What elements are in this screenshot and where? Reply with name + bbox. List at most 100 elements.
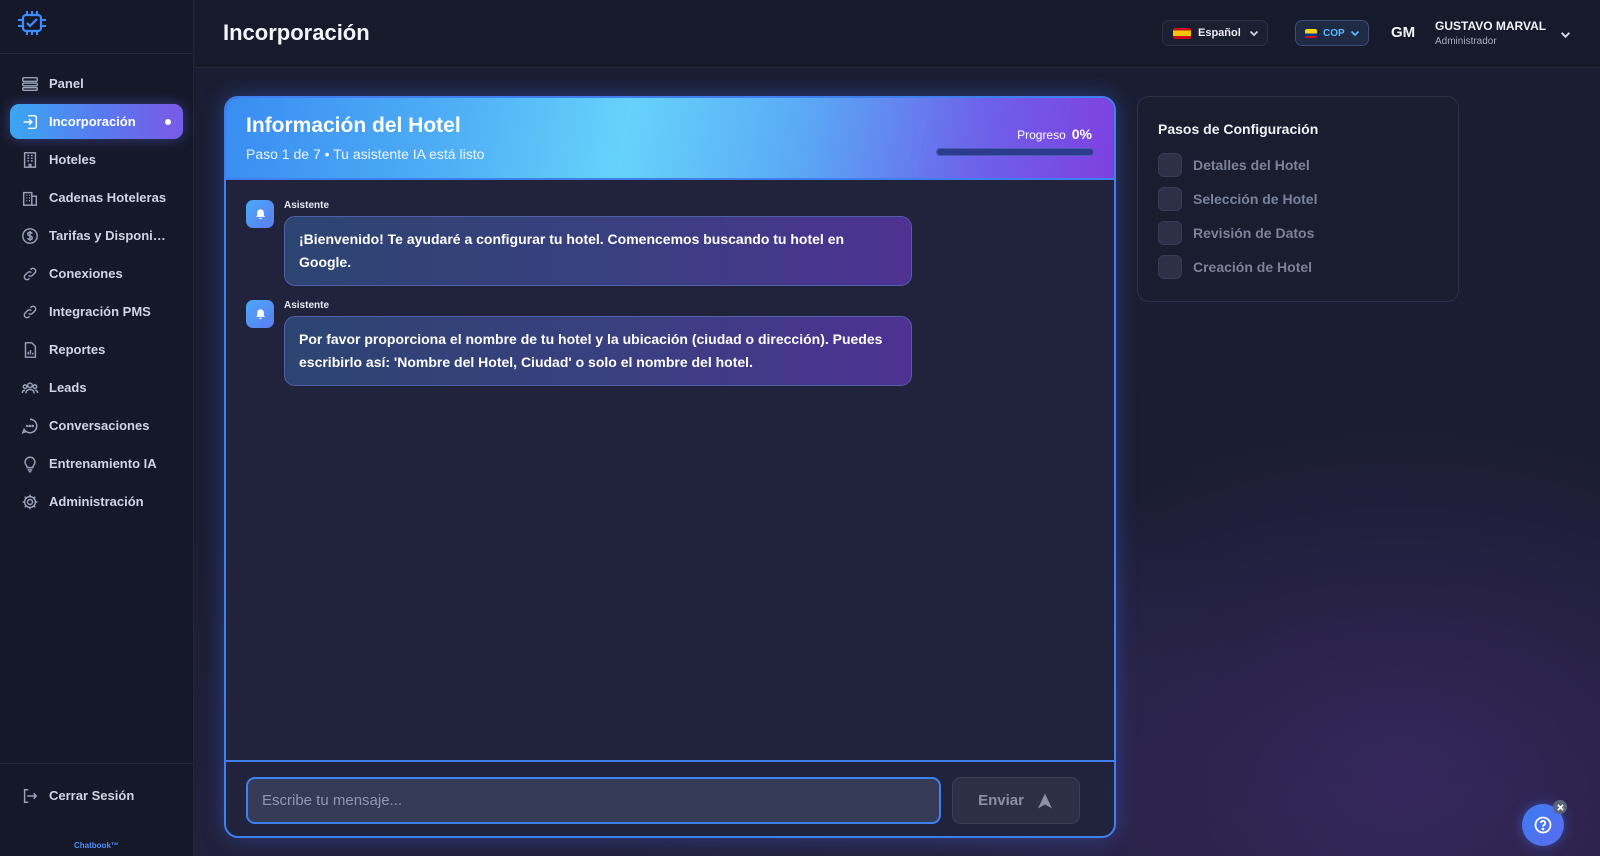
step-item: Selección de Hotel [1158,187,1317,211]
message-item: Asistente ¡Bienvenido! Te ayudaré a conf… [246,200,1094,286]
sidebar: Panel Incorporación Hoteles Cadenas Hote… [0,0,194,856]
progress-bar [936,148,1094,156]
step-item: Revisión de Datos [1158,221,1314,245]
send-label: Enviar [978,792,1024,809]
step-checkbox [1158,187,1182,211]
sidebar-item-reportes[interactable]: Reportes [10,332,183,367]
bot-avatar [246,300,274,328]
help-icon [1534,816,1552,834]
message-item: Asistente Por favor proporciona el nombr… [246,300,1094,386]
message-bubble: ¡Bienvenido! Te ayudaré a configurar tu … [284,216,912,286]
sidebar-item-panel[interactable]: Panel [10,66,183,101]
building-icon [20,150,40,170]
step-label: Creación de Hotel [1193,259,1313,275]
progress-label: Progreso 0% [1017,126,1092,142]
sidebar-item-label: Cadenas Hoteleras [49,190,167,205]
chat-icon [20,416,40,436]
message-bubble: Por favor proporciona el nombre de tu ho… [284,316,912,386]
bell-icon [255,308,265,319]
step-item: Creación de Hotel [1158,255,1312,279]
step-checkbox [1158,221,1182,245]
message-body: Asistente ¡Bienvenido! Te ayudaré a conf… [284,200,912,286]
logout-icon [20,786,40,806]
sidebar-item-label: Reportes [49,342,106,357]
chat-subtitle: Paso 1 de 7 • Tu asistente IA está listo [246,146,485,162]
user-name[interactable]: GUSTAVO MARVAL [1435,19,1546,33]
message-sender: Asistente [284,200,330,211]
sidebar-item-tarifas[interactable]: Tarifas y Disponibilidad [10,218,183,253]
chevron-down-icon [1350,28,1360,38]
sidebar-item-administracion[interactable]: Administración [10,484,183,519]
top-header: Incorporación Español COP GM GUSTAVO MAR… [195,0,1600,68]
link-icon [20,302,40,322]
sidebar-item-label: Leads [49,380,87,395]
language-selector[interactable]: Español [1162,20,1268,46]
logo-area [0,0,193,54]
steps-title: Pasos de Configuración [1158,121,1319,137]
currency-selector[interactable]: COP [1295,20,1369,46]
app-logo-icon[interactable] [14,8,50,45]
help-close-button[interactable] [1553,800,1567,814]
progress-text: Progreso [1017,128,1066,142]
sidebar-item-entrenamiento-ia[interactable]: Entrenamiento IA [10,446,183,481]
avatar[interactable]: GM [1391,24,1415,41]
logout-area: Cerrar Sesión [0,763,194,816]
send-button[interactable]: Enviar [952,777,1080,824]
page-title: Incorporación [223,20,370,45]
sidebar-item-label: Hoteles [49,152,96,167]
chat-title: Información del Hotel [246,114,461,137]
message-sender: Asistente [284,300,330,311]
link-icon [20,264,40,284]
chat-input-bar: Enviar [226,760,1114,836]
sidebar-item-incorporacion[interactable]: Incorporación [10,104,183,139]
sidebar-item-leads[interactable]: Leads [10,370,183,405]
brand-footer: Chatbook™ [74,841,119,850]
sidebar-item-label: Conversaciones [49,418,150,433]
sidebar-item-conversaciones[interactable]: Conversaciones [10,408,183,443]
sidebar-item-cadenas-hoteleras[interactable]: Cadenas Hoteleras [10,180,183,215]
report-icon [20,340,40,360]
step-label: Selección de Hotel [1193,191,1318,207]
sidebar-item-label: Entrenamiento IA [49,456,157,471]
spain-flag-icon [1173,27,1191,39]
user-menu-chevron-icon[interactable] [1560,27,1571,45]
sidebar-item-label: Incorporación [49,114,136,129]
step-label: Detalles del Hotel [1193,157,1310,173]
users-icon [20,378,40,398]
login-icon [20,112,40,132]
bell-icon [255,208,265,219]
sidebar-item-conexiones[interactable]: Conexiones [10,256,183,291]
sidebar-item-integracion-pms[interactable]: Integración PMS [10,294,183,329]
chevron-down-icon [1249,28,1259,38]
step-checkbox [1158,255,1182,279]
logout-label: Cerrar Sesión [49,788,135,803]
bot-avatar [246,200,274,228]
sidebar-item-label: Tarifas y Disponibilidad [49,228,173,243]
step-label: Revisión de Datos [1193,225,1315,241]
currency-label: COP [1323,27,1345,39]
message-list: Asistente ¡Bienvenido! Te ayudaré a conf… [226,180,1114,760]
colombia-flag-icon [1305,28,1317,38]
language-label: Español [1198,27,1241,39]
sidebar-item-label: Panel [49,76,84,91]
sidebar-item-label: Conexiones [49,266,123,281]
sidebar-item-hoteles[interactable]: Hoteles [10,142,183,177]
onboarding-chat-panel: Información del Hotel Paso 1 de 7 • Tu a… [224,96,1116,838]
chat-header: Información del Hotel Paso 1 de 7 • Tu a… [226,98,1114,180]
step-item: Detalles del Hotel [1158,153,1310,177]
sidebar-item-label: Administración [49,494,144,509]
progress-percent: 0% [1071,126,1092,142]
message-input[interactable] [246,777,941,824]
send-arrow-icon [1037,793,1052,808]
user-role: Administrador [1435,36,1497,47]
lightbulb-icon [20,454,40,474]
dollar-icon [20,226,40,246]
message-body: Asistente Por favor proporciona el nombr… [284,300,912,386]
dashboard-icon [20,74,40,94]
logout-button[interactable]: Cerrar Sesión [10,778,184,813]
gear-icon [20,492,40,512]
close-icon [1556,803,1564,811]
step-checkbox [1158,153,1182,177]
buildings-icon [20,188,40,208]
setup-steps-panel: Pasos de Configuración Detalles del Hote… [1137,96,1459,302]
